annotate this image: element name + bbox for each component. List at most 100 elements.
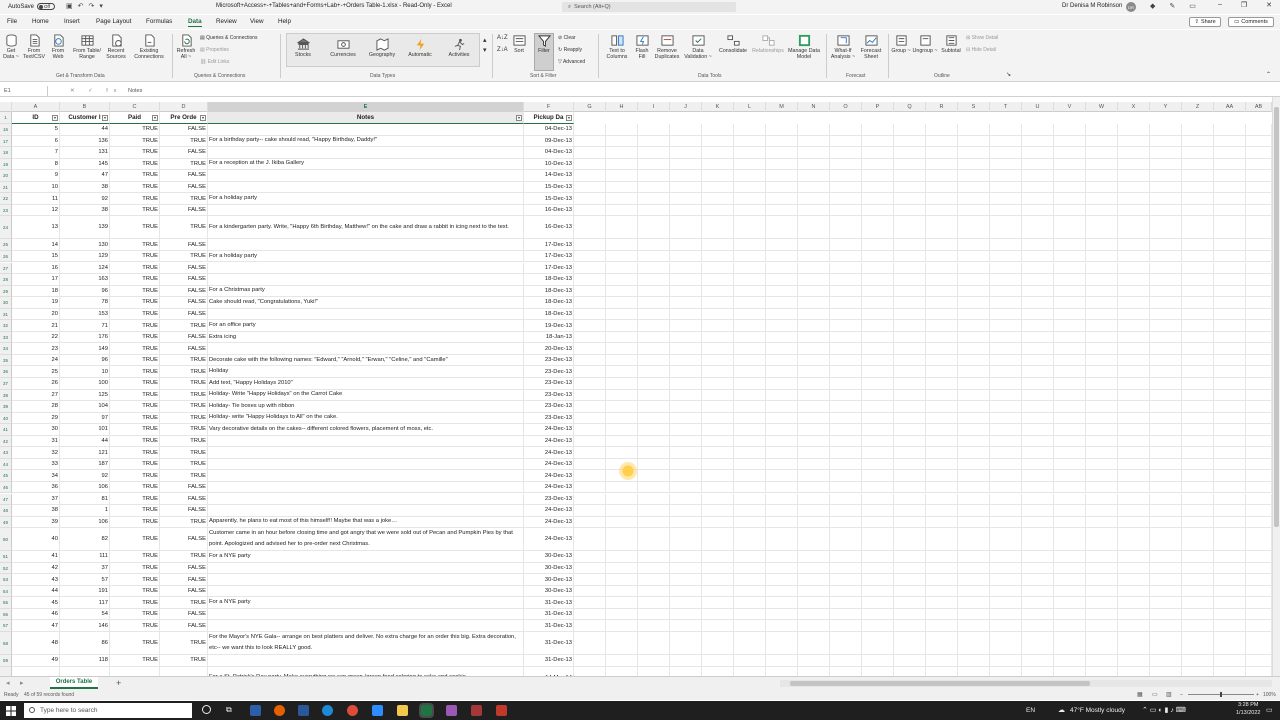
empty-cell[interactable] <box>1022 562 1054 575</box>
table-cell[interactable]: 33 <box>12 458 60 471</box>
empty-cell[interactable] <box>734 274 766 286</box>
empty-cell[interactable] <box>574 147 606 159</box>
empty-cell[interactable] <box>1054 366 1086 378</box>
empty-cell[interactable] <box>830 574 862 586</box>
empty-cell[interactable] <box>830 239 862 251</box>
empty-cell[interactable] <box>670 608 702 621</box>
table-cell[interactable]: TRUE <box>160 320 208 332</box>
empty-cell[interactable] <box>894 608 926 621</box>
empty-cell[interactable] <box>958 297 990 309</box>
empty-cell[interactable] <box>862 262 894 275</box>
empty-cell[interactable] <box>1182 135 1214 148</box>
empty-cell[interactable] <box>702 666 734 676</box>
table-cell[interactable]: For a NYE party <box>208 597 524 609</box>
table-cell[interactable]: 14-Dec-13 <box>524 170 574 182</box>
table-cell[interactable]: 09-Dec-13 <box>524 135 574 148</box>
empty-cell[interactable] <box>1182 193 1214 205</box>
empty-cell[interactable] <box>1118 204 1150 217</box>
select-all-corner[interactable] <box>0 102 12 112</box>
table-cell[interactable]: 101 <box>60 424 110 436</box>
empty-cell[interactable] <box>1214 620 1246 632</box>
empty-cell[interactable] <box>894 354 926 367</box>
empty-cell[interactable] <box>798 285 830 298</box>
empty-cell[interactable] <box>1054 239 1086 251</box>
empty-cell[interactable] <box>1022 632 1054 655</box>
empty-cell[interactable] <box>990 585 1022 598</box>
row-header[interactable]: 36 <box>0 366 12 378</box>
table-cell[interactable]: TRUE <box>160 366 208 378</box>
empty-cell[interactable] <box>1246 147 1272 159</box>
row-header[interactable]: 16 <box>0 124 12 136</box>
row-header[interactable]: 29 <box>0 285 12 298</box>
empty-cell[interactable] <box>1022 204 1054 217</box>
empty-cell[interactable] <box>798 147 830 159</box>
empty-cell[interactable] <box>1086 274 1118 286</box>
empty-cell[interactable] <box>894 493 926 506</box>
empty-cell[interactable] <box>894 216 926 240</box>
empty-cell[interactable] <box>926 343 958 355</box>
table-cell[interactable]: 47 <box>12 620 60 632</box>
empty-cell[interactable] <box>766 666 798 676</box>
empty-cell[interactable] <box>798 354 830 367</box>
empty-cell[interactable] <box>926 331 958 344</box>
empty-cell[interactable] <box>734 204 766 217</box>
table-cell[interactable] <box>208 447 524 459</box>
flash-fill-button[interactable]: Flash Fill <box>632 34 652 60</box>
table-cell[interactable] <box>60 666 110 676</box>
table-cell[interactable]: 9 <box>12 170 60 182</box>
empty-cell[interactable] <box>926 505 958 517</box>
empty-cell[interactable] <box>1086 401 1118 413</box>
empty-cell[interactable] <box>670 354 702 367</box>
empty-cell[interactable] <box>1150 528 1182 552</box>
empty-cell[interactable] <box>894 320 926 332</box>
empty-cell[interactable] <box>926 285 958 298</box>
table-cell[interactable] <box>208 481 524 494</box>
empty-cell[interactable] <box>734 401 766 413</box>
undo-icon[interactable]: ↶ <box>78 2 84 10</box>
empty-cell[interactable] <box>1214 516 1246 529</box>
empty-cell[interactable] <box>862 285 894 298</box>
empty-cell[interactable] <box>958 216 990 240</box>
empty-cell[interactable] <box>638 170 670 182</box>
empty-cell[interactable] <box>574 447 606 459</box>
chrome-icon[interactable] <box>347 705 358 716</box>
column-header-n[interactable]: N <box>798 102 830 112</box>
table-cell[interactable]: TRUE <box>110 216 160 240</box>
empty-cell[interactable] <box>830 366 862 378</box>
row-header[interactable]: 31 <box>0 308 12 321</box>
empty-cell[interactable] <box>958 551 990 563</box>
empty-cell[interactable] <box>1054 620 1086 632</box>
remove-duplicates-button[interactable]: Remove Duplicates <box>652 34 682 60</box>
row-header[interactable]: 47 <box>0 493 12 506</box>
empty-cell[interactable] <box>958 250 990 263</box>
empty-cell[interactable] <box>1054 412 1086 425</box>
table-cell[interactable]: 49 <box>12 655 60 667</box>
empty-cell[interactable] <box>1022 124 1054 136</box>
empty-cell[interactable] <box>798 158 830 171</box>
sheet-tab-orders-table[interactable]: Orders Table <box>50 677 98 689</box>
empty-cell[interactable] <box>574 470 606 482</box>
empty-cell[interactable] <box>1086 147 1118 159</box>
empty-cell[interactable] <box>702 204 734 217</box>
table-cell[interactable]: 96 <box>60 354 110 367</box>
empty-cell[interactable] <box>1022 343 1054 355</box>
empty-cell[interactable] <box>702 274 734 286</box>
table-cell[interactable]: TRUE <box>110 262 160 275</box>
column-header-i[interactable]: I <box>638 102 670 112</box>
empty-cell[interactable] <box>1054 135 1086 148</box>
spreadsheet-grid[interactable]: A B C D E F G H I J K L M N O P Q R S T U V W X Y Z AA AB 1 ID ▼ Custo… <box>0 102 1272 676</box>
empty-cell[interactable] <box>1118 516 1150 529</box>
empty-cell[interactable] <box>798 574 830 586</box>
column-header-h[interactable]: H <box>606 102 638 112</box>
empty-cell[interactable] <box>1246 343 1272 355</box>
empty-cell[interactable] <box>1022 181 1054 194</box>
empty-cell[interactable] <box>990 147 1022 159</box>
empty-cell[interactable] <box>894 250 926 263</box>
empty-cell[interactable] <box>1118 308 1150 321</box>
show-detail-button[interactable]: ⊞ Show Detail <box>966 35 998 41</box>
empty-cell[interactable] <box>638 447 670 459</box>
empty-cell[interactable] <box>830 158 862 171</box>
empty-cell[interactable] <box>1214 158 1246 171</box>
empty-cell[interactable] <box>1054 274 1086 286</box>
empty-cell[interactable] <box>670 158 702 171</box>
